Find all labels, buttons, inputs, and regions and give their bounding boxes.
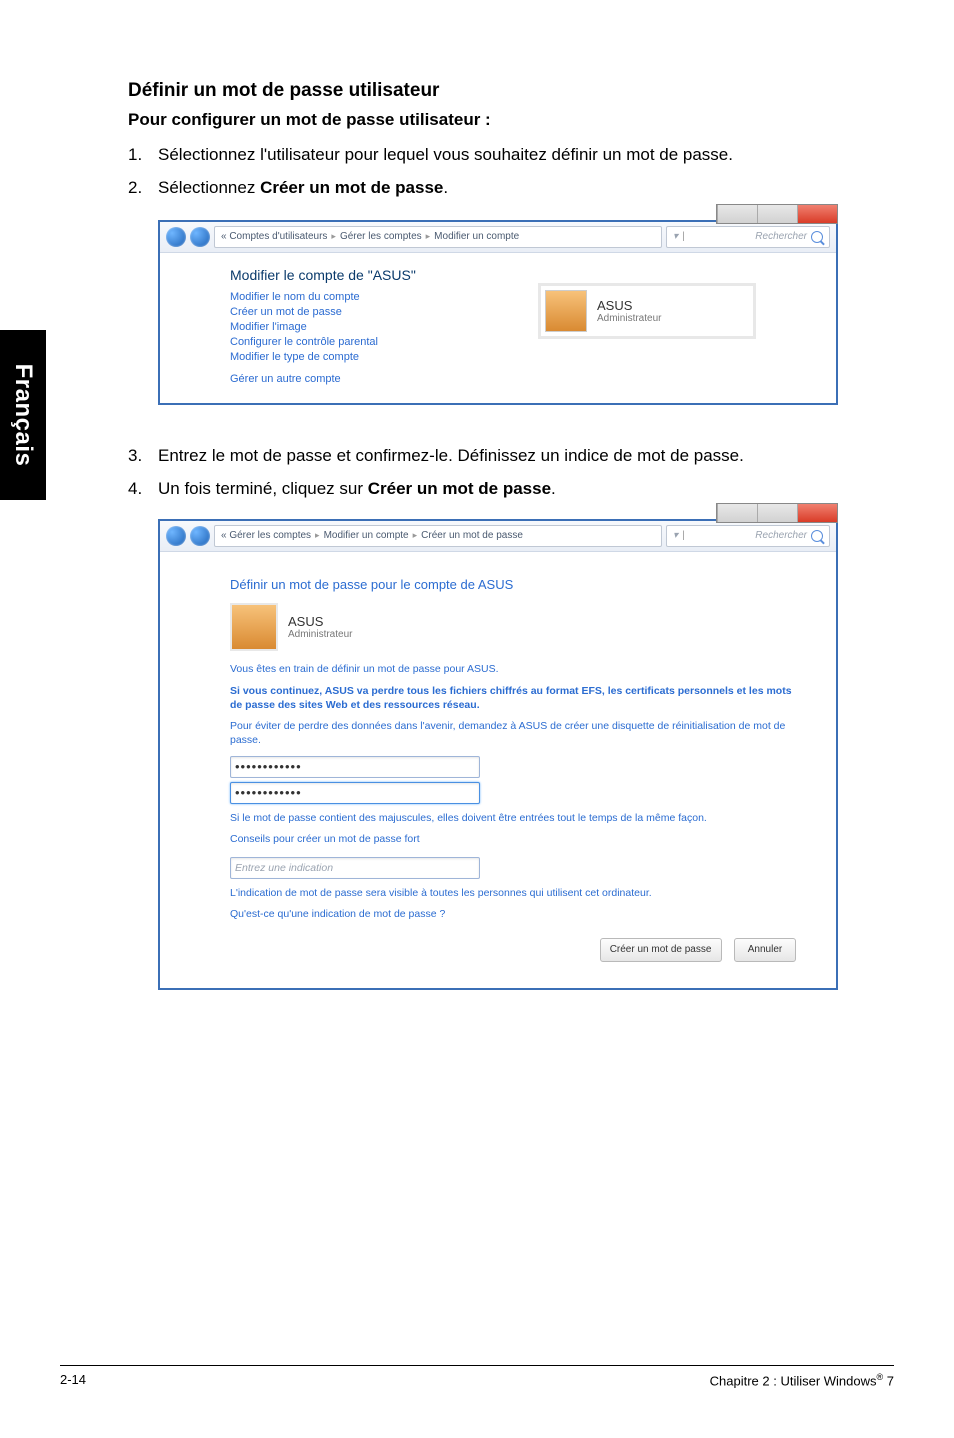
hint-text: Si le mot de passe contient des majuscul… (230, 812, 796, 826)
screenshot-window-modify-account: « Comptes d'utilisateurs▸ Gérer les comp… (158, 220, 838, 405)
section-title: Définir un mot de passe utilisateur (128, 80, 858, 102)
cancel-button[interactable]: Annuler (734, 938, 796, 962)
window-close-button[interactable] (797, 504, 837, 522)
step-text: Entrez le mot de passe et confirmez-le. … (158, 445, 858, 468)
link-change-type[interactable]: Modifier le type de compte (230, 351, 806, 363)
link-strong-password-tips[interactable]: Conseils pour créer un mot de passe fort (230, 833, 796, 847)
info-text: Vous êtes en train de définir un mot de … (230, 663, 796, 677)
search-input[interactable]: ▾ | Rechercher (666, 226, 830, 248)
password-field[interactable]: •••••••••••• (230, 756, 480, 778)
create-password-button[interactable]: Créer un mot de passe (600, 938, 722, 962)
nav-forward-button[interactable] (190, 227, 210, 247)
step-text: Sélectionnez Créer un mot de passe. (158, 177, 858, 200)
link-manage-other-account[interactable]: Gérer un autre compte (230, 373, 806, 385)
account-card: ASUS Administrateur (538, 283, 756, 339)
page-number: 2-14 (60, 1372, 86, 1388)
step-number: 4. (128, 478, 158, 501)
password-hint-field[interactable]: Entrez une indication (230, 857, 480, 879)
window-title-bar (716, 503, 838, 523)
window-title-bar (716, 204, 838, 224)
search-icon (811, 231, 823, 243)
account-role: Administrateur (597, 313, 661, 324)
step-text: Un fois terminé, cliquez sur Créer un mo… (158, 478, 858, 501)
nav-back-button[interactable] (166, 227, 186, 247)
account-name: ASUS (288, 614, 352, 629)
breadcrumb[interactable]: « Gérer les comptes▸ Modifier un compte▸… (214, 525, 662, 547)
panel-heading: Modifier le compte de "ASUS" (230, 267, 806, 283)
language-label: Français (9, 364, 37, 467)
breadcrumb[interactable]: « Comptes d'utilisateurs▸ Gérer les comp… (214, 226, 662, 248)
search-icon (811, 530, 823, 542)
step-number: 3. (128, 445, 158, 468)
section-subtitle: Pour configurer un mot de passe utilisat… (128, 110, 858, 130)
warning-text: Si vous continuez, ASUS va perdre tous l… (230, 685, 796, 712)
step-text: Sélectionnez l'utilisateur pour lequel v… (158, 144, 858, 167)
language-side-tab: Français (0, 330, 46, 500)
avatar (545, 290, 587, 332)
search-input[interactable]: ▾ | Rechercher (666, 525, 830, 547)
chapter-label: Chapitre 2 : Utiliser Windows® 7 (710, 1372, 894, 1388)
info-text: Pour éviter de perdre des données dans l… (230, 720, 796, 747)
window-min-button[interactable] (717, 504, 757, 522)
account-name: ASUS (597, 298, 661, 313)
hint-visibility-note: L'indication de mot de passe sera visibl… (230, 887, 796, 901)
avatar (230, 603, 278, 651)
panel-heading: Définir un mot de passe pour le compte d… (230, 576, 796, 594)
nav-forward-button[interactable] (190, 526, 210, 546)
nav-back-button[interactable] (166, 526, 186, 546)
step-number: 1. (128, 144, 158, 167)
window-min-button[interactable] (717, 205, 757, 223)
window-max-button[interactable] (757, 205, 797, 223)
window-max-button[interactable] (757, 504, 797, 522)
screenshot-window-create-password: « Gérer les comptes▸ Modifier un compte▸… (158, 519, 838, 990)
window-close-button[interactable] (797, 205, 837, 223)
step-number: 2. (128, 177, 158, 200)
link-what-is-hint[interactable]: Qu'est-ce qu'une indication de mot de pa… (230, 908, 796, 922)
password-confirm-field[interactable]: •••••••••••• (230, 782, 480, 804)
account-role: Administrateur (288, 629, 352, 640)
